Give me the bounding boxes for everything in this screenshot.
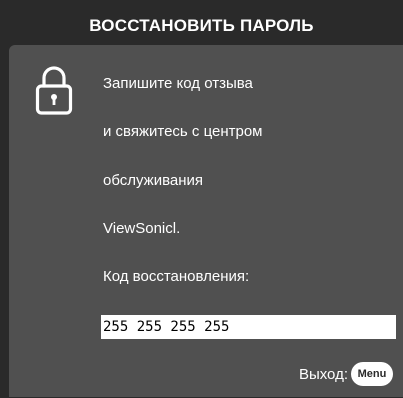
menu-button[interactable]: Menu	[351, 362, 393, 386]
exit-hint: Выход: Menu	[299, 362, 393, 386]
recovery-code-field: 255 255 255 255	[101, 315, 396, 339]
recovery-code-label: Код восстановления:	[103, 268, 250, 285]
instruction-line-1: Запишите код отзыва	[103, 75, 253, 92]
lock-icon	[35, 66, 73, 115]
dialog-title: ВОССТАНОВИТЬ ПАРОЛЬ	[89, 16, 314, 35]
recovery-code-value: 255 255 255 255	[103, 319, 230, 335]
instruction-line-4: ViewSonicl.	[103, 220, 181, 237]
instruction-line-2: и свяжитесь с центром	[103, 123, 263, 140]
instruction-line-3: обслуживания	[103, 172, 204, 189]
osd-dialog: ВОССТАНОВИТЬ ПАРОЛЬ Запишите код отзыва …	[0, 0, 403, 398]
exit-label: Выход:	[298, 365, 348, 383]
